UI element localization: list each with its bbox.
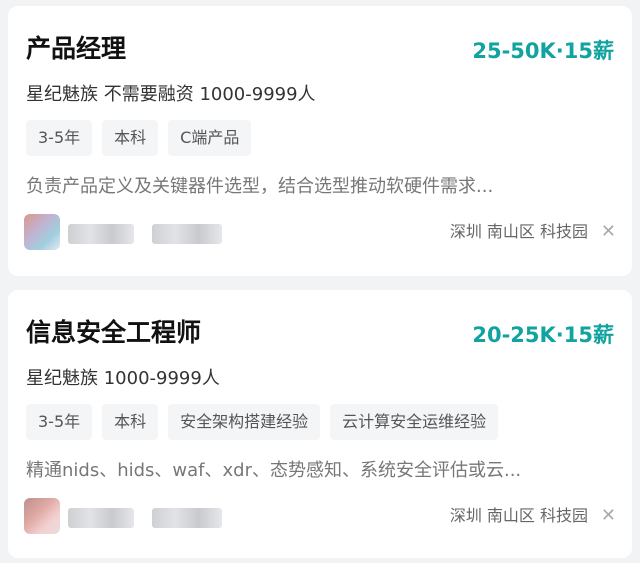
job-card[interactable]: 信息安全工程师 20-25K·15薪 星纪魅族 1000-9999人 3-5年 …: [8, 290, 632, 558]
tag-experience: 3-5年: [26, 404, 93, 440]
job-location: 深圳 南山区 科技园: [449, 506, 588, 525]
salary: 20-25K·15薪: [472, 323, 614, 347]
recruiter-name-blurred: [68, 224, 134, 244]
recruiter-name-blurred: [68, 508, 134, 528]
tag-skill: C端产品: [168, 120, 252, 156]
tag-education: 本科: [102, 120, 159, 156]
job-title: 信息安全工程师: [26, 318, 202, 347]
recruiter-avatar: [24, 214, 60, 250]
close-icon[interactable]: ✕: [601, 504, 616, 528]
company-info: 星纪魅族 1000-9999人: [26, 368, 220, 389]
job-description: 负责产品定义及关键器件选型，结合选型推动软硬件需求...: [26, 176, 494, 197]
job-title: 产品经理: [26, 34, 127, 63]
salary: 25-50K·15薪: [472, 39, 614, 63]
company-info: 星纪魅族 不需要融资 1000-9999人: [26, 84, 316, 105]
tag-list: 3-5年 本科 C端产品: [26, 120, 252, 156]
tag-education: 本科: [102, 404, 159, 440]
tag-skill: 安全架构搭建经验: [168, 404, 321, 440]
tag-skill: 云计算安全运维经验: [330, 404, 499, 440]
job-location: 深圳 南山区 科技园: [449, 222, 588, 241]
job-card[interactable]: 产品经理 25-50K·15薪 星纪魅族 不需要融资 1000-9999人 3-…: [8, 6, 632, 276]
recruiter-avatar: [24, 498, 60, 534]
recruiter-title-blurred: [152, 508, 222, 528]
recruiter-title-blurred: [152, 224, 222, 244]
job-description: 精通nids、hids、waf、xdr、态势感知、系统安全评估或云...: [26, 460, 522, 481]
close-icon[interactable]: ✕: [601, 220, 616, 244]
tag-experience: 3-5年: [26, 120, 93, 156]
tag-list: 3-5年 本科 安全架构搭建经验 云计算安全运维经验: [26, 404, 499, 440]
